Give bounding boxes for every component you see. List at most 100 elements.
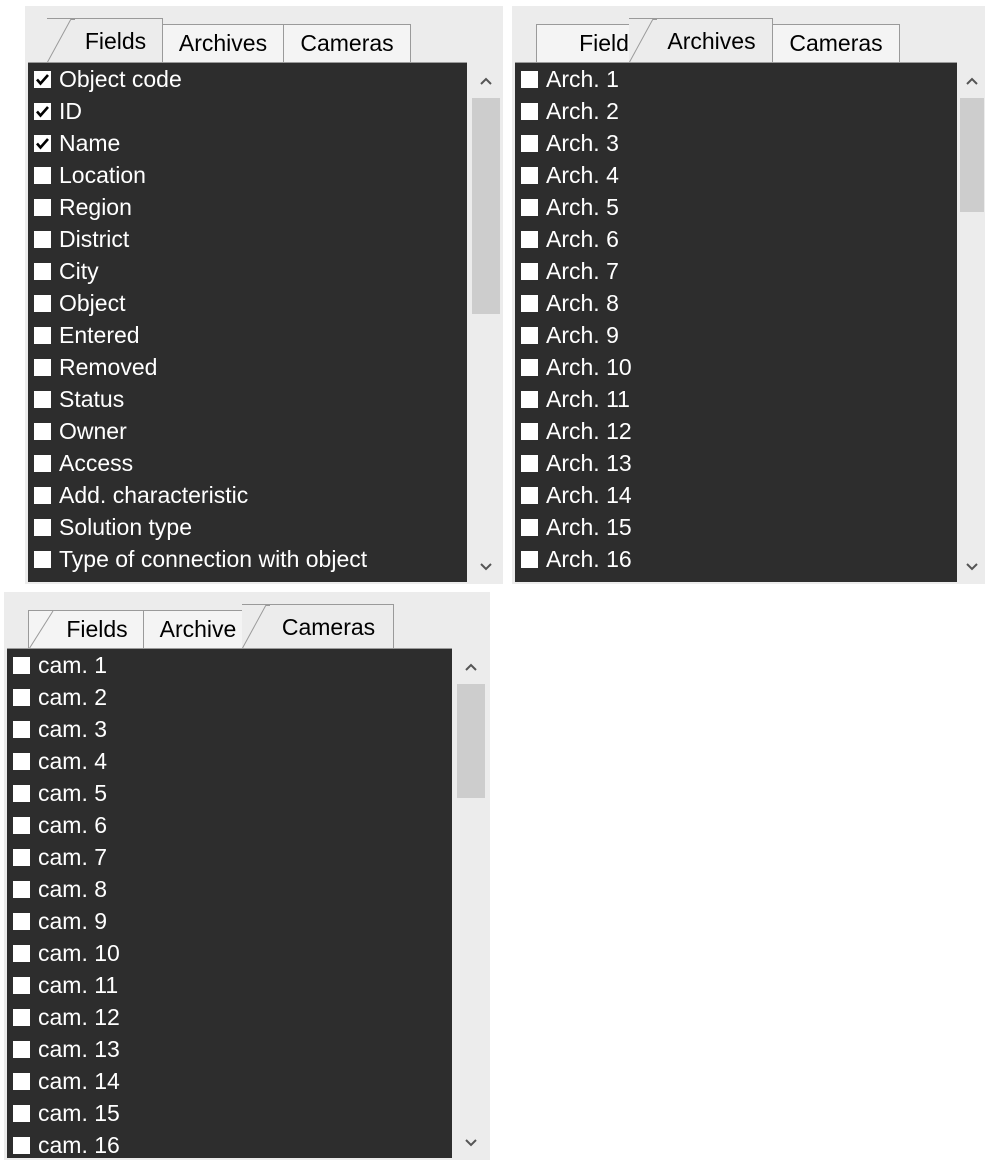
checkbox[interactable] bbox=[34, 358, 51, 376]
vertical-scrollbar[interactable] bbox=[959, 62, 985, 582]
list-item[interactable]: cam. 3 bbox=[7, 713, 452, 745]
checkbox[interactable] bbox=[521, 166, 538, 184]
list-item[interactable]: ID bbox=[28, 95, 467, 127]
checkbox[interactable] bbox=[34, 70, 51, 88]
list-item[interactable]: Region bbox=[28, 191, 467, 223]
list-item[interactable]: cam. 6 bbox=[7, 809, 452, 841]
checkbox[interactable] bbox=[13, 1072, 30, 1090]
checkbox[interactable] bbox=[13, 720, 30, 738]
list-item[interactable]: Arch. 14 bbox=[515, 479, 957, 511]
checkbox[interactable] bbox=[13, 1040, 30, 1058]
checkbox[interactable] bbox=[521, 550, 538, 568]
scroll-up-button[interactable] bbox=[456, 652, 486, 682]
list-item[interactable]: cam. 15 bbox=[7, 1097, 452, 1129]
list-item[interactable]: Object bbox=[28, 287, 467, 319]
checkbox[interactable] bbox=[34, 486, 51, 504]
list-item[interactable]: Arch. 3 bbox=[515, 127, 957, 159]
scroll-thumb[interactable] bbox=[960, 98, 984, 212]
checkbox[interactable] bbox=[521, 358, 538, 376]
list-item[interactable]: cam. 8 bbox=[7, 873, 452, 905]
list-item[interactable]: District bbox=[28, 223, 467, 255]
checkbox[interactable] bbox=[13, 656, 30, 674]
list-item[interactable]: Name bbox=[28, 127, 467, 159]
tab-archives[interactable]: Archives bbox=[629, 18, 773, 62]
list-item[interactable]: Owner bbox=[28, 415, 467, 447]
checkbox[interactable] bbox=[13, 1008, 30, 1026]
list-item[interactable]: Location bbox=[28, 159, 467, 191]
list-item[interactable]: cam. 14 bbox=[7, 1065, 452, 1097]
checkbox[interactable] bbox=[521, 454, 538, 472]
list-item[interactable]: cam. 7 bbox=[7, 841, 452, 873]
list-item[interactable]: cam. 16 bbox=[7, 1129, 452, 1158]
scroll-thumb[interactable] bbox=[472, 98, 500, 314]
list-item[interactable]: Arch. 7 bbox=[515, 255, 957, 287]
checkbox[interactable] bbox=[13, 784, 30, 802]
tab-cameras[interactable]: Cameras bbox=[772, 24, 900, 62]
checkbox[interactable] bbox=[521, 262, 538, 280]
checkbox[interactable] bbox=[34, 230, 51, 248]
cameras-checklist[interactable]: cam. 1 cam. 2 cam. 3 cam. 4 cam. 5 cam. 6 cam.… bbox=[7, 648, 452, 1158]
list-item[interactable]: Type of connection with object bbox=[28, 543, 467, 575]
list-item[interactable]: cam. 9 bbox=[7, 905, 452, 937]
list-item[interactable]: cam. 1 bbox=[7, 649, 452, 681]
list-item[interactable]: Entered bbox=[28, 319, 467, 351]
checkbox[interactable] bbox=[13, 688, 30, 706]
list-item[interactable]: Arch. 2 bbox=[515, 95, 957, 127]
scroll-up-button[interactable] bbox=[959, 66, 985, 96]
fields-checklist[interactable]: Object code ID Name Location Region District C… bbox=[28, 62, 467, 582]
checkbox[interactable] bbox=[34, 134, 51, 152]
list-item[interactable]: City bbox=[28, 255, 467, 287]
list-item[interactable]: Arch. 5 bbox=[515, 191, 957, 223]
list-item[interactable]: cam. 11 bbox=[7, 969, 452, 1001]
checkbox[interactable] bbox=[34, 390, 51, 408]
list-item[interactable]: cam. 13 bbox=[7, 1033, 452, 1065]
scroll-thumb[interactable] bbox=[457, 684, 485, 798]
checkbox[interactable] bbox=[13, 976, 30, 994]
list-item[interactable]: cam. 5 bbox=[7, 777, 452, 809]
tab-fields[interactable]: Fields bbox=[47, 18, 163, 62]
list-item[interactable]: cam. 2 bbox=[7, 681, 452, 713]
list-item[interactable]: Object code bbox=[28, 63, 467, 95]
checkbox[interactable] bbox=[13, 848, 30, 866]
list-item[interactable]: Arch. 15 bbox=[515, 511, 957, 543]
list-item[interactable]: Solution type bbox=[28, 511, 467, 543]
checkbox[interactable] bbox=[13, 912, 30, 930]
checkbox[interactable] bbox=[34, 198, 51, 216]
checkbox[interactable] bbox=[521, 518, 538, 536]
checkbox[interactable] bbox=[521, 390, 538, 408]
list-item[interactable]: Arch. 10 bbox=[515, 351, 957, 383]
list-item[interactable]: Removed bbox=[28, 351, 467, 383]
list-item[interactable]: cam. 4 bbox=[7, 745, 452, 777]
checkbox[interactable] bbox=[34, 422, 51, 440]
list-item[interactable]: Access bbox=[28, 447, 467, 479]
checkbox[interactable] bbox=[34, 454, 51, 472]
archives-checklist[interactable]: Arch. 1 Arch. 2 Arch. 3 Arch. 4 Arch. 5 Arch.… bbox=[515, 62, 957, 582]
checkbox[interactable] bbox=[521, 294, 538, 312]
checkbox[interactable] bbox=[521, 198, 538, 216]
scroll-down-button[interactable] bbox=[959, 552, 985, 582]
checkbox[interactable] bbox=[521, 230, 538, 248]
list-item[interactable]: Arch. 6 bbox=[515, 223, 957, 255]
tab-cameras[interactable]: Cameras bbox=[283, 24, 411, 62]
scroll-down-button[interactable] bbox=[471, 552, 501, 582]
list-item[interactable]: Arch. 9 bbox=[515, 319, 957, 351]
checkbox[interactable] bbox=[13, 816, 30, 834]
checkbox[interactable] bbox=[34, 102, 51, 120]
checkbox[interactable] bbox=[34, 326, 51, 344]
checkbox[interactable] bbox=[521, 486, 538, 504]
checkbox[interactable] bbox=[13, 1136, 30, 1154]
scroll-up-button[interactable] bbox=[471, 66, 501, 96]
list-item[interactable]: Arch. 8 bbox=[515, 287, 957, 319]
checkbox[interactable] bbox=[13, 944, 30, 962]
checkbox[interactable] bbox=[521, 422, 538, 440]
tab-archives[interactable]: Archive bbox=[143, 610, 253, 648]
list-item[interactable]: Add. characteristic bbox=[28, 479, 467, 511]
checkbox[interactable] bbox=[521, 70, 538, 88]
tab-fields[interactable]: Fields bbox=[28, 610, 144, 648]
list-item[interactable]: Arch. 13 bbox=[515, 447, 957, 479]
list-item[interactable]: Arch. 16 bbox=[515, 543, 957, 575]
vertical-scrollbar[interactable] bbox=[456, 648, 486, 1158]
checkbox[interactable] bbox=[13, 1104, 30, 1122]
checkbox[interactable] bbox=[13, 752, 30, 770]
checkbox[interactable] bbox=[34, 550, 51, 568]
